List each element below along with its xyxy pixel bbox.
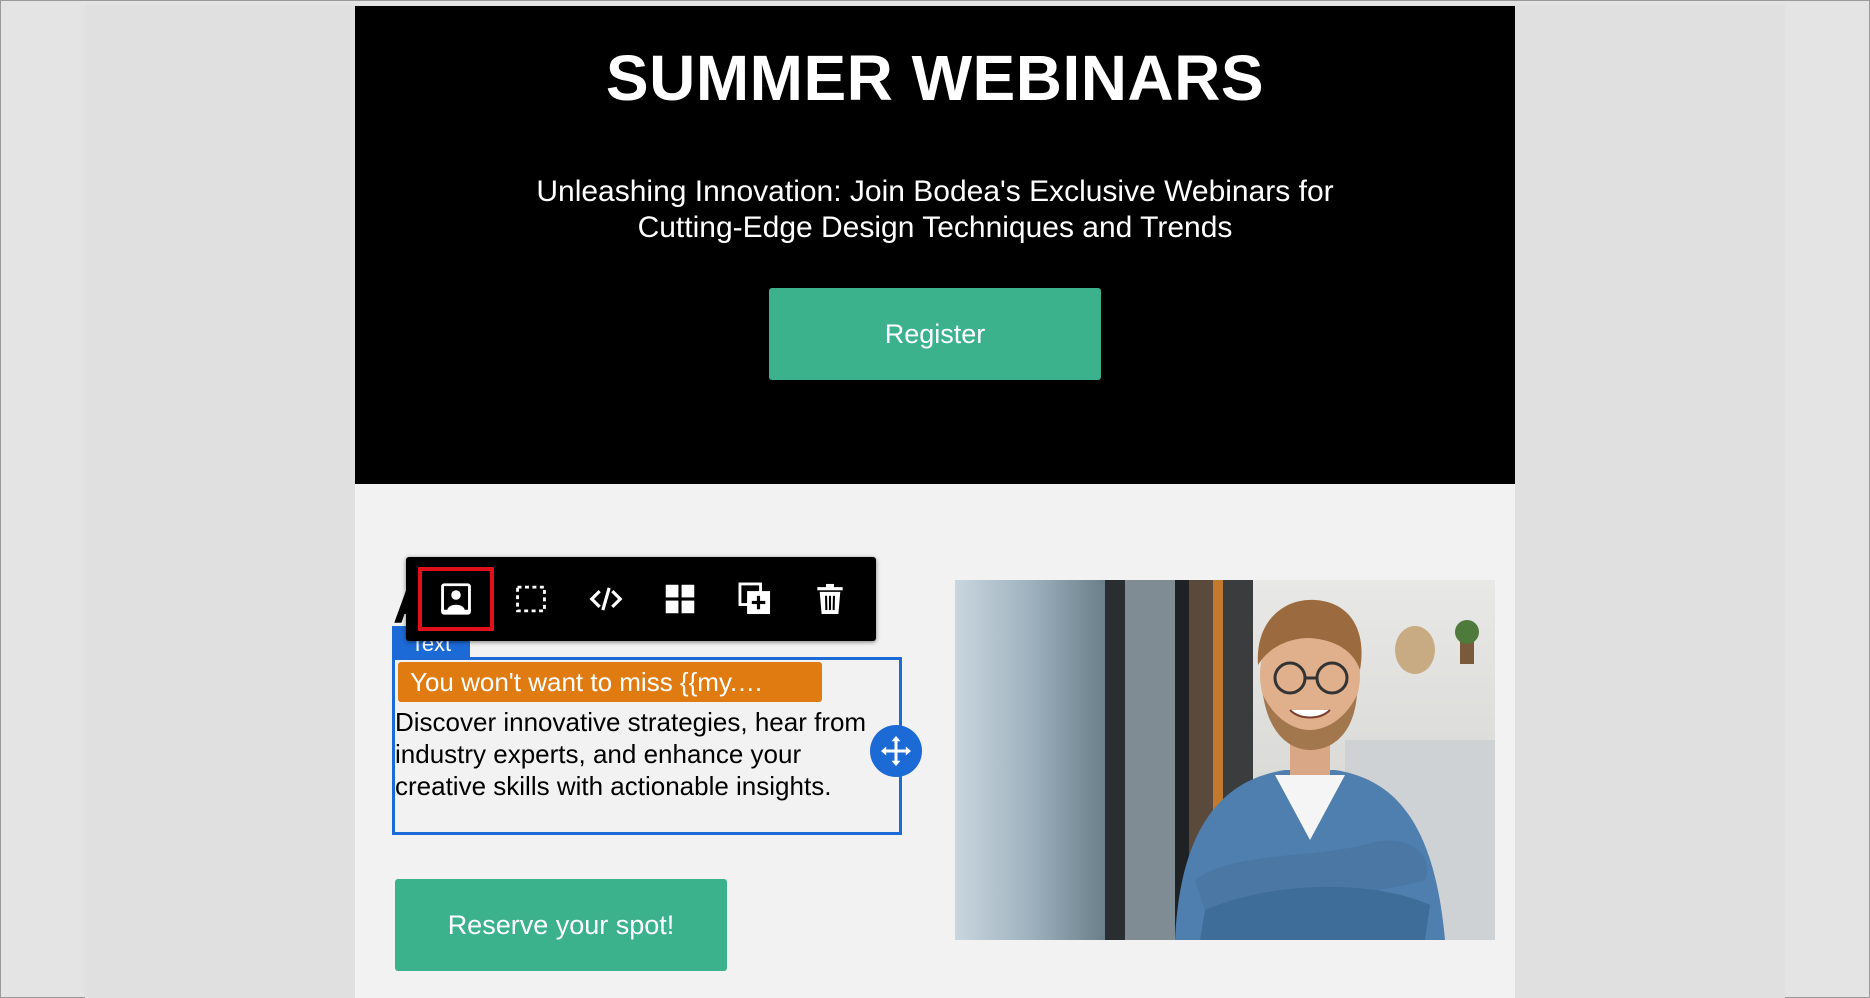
body-paragraph[interactable]: Discover innovative strategies, hear fro… [395,706,885,802]
code-icon [589,587,623,611]
hero-title: SUMMER WEBINARS [605,42,1265,114]
code-button[interactable] [576,569,636,629]
save-as-snippet-button[interactable] [418,567,494,631]
hero-photo[interactable] [955,580,1495,940]
content-section: A Text You won't want to miss {{my.… Dis… [355,484,1515,998]
element-toolbar [406,557,876,641]
move-icon [881,736,911,766]
email-body: SUMMER WEBINARS Unleashing Innovation: J… [355,6,1515,998]
register-button[interactable]: Register [769,288,1101,380]
selected-text-block[interactable]: You won't want to miss {{my.… Discover i… [392,657,902,835]
duplicate-button[interactable] [725,569,785,629]
duplicate-icon [738,582,771,615]
delete-icon [817,583,843,615]
hero-section[interactable]: SUMMER WEBINARS Unleashing Innovation: J… [355,6,1515,484]
reserve-spot-button[interactable]: Reserve your spot! [395,879,727,971]
layout-grid-button[interactable] [650,569,710,629]
hero-subtitle: Unleashing Innovation: Join Bodea's Excl… [536,175,1334,244]
select-parent-button[interactable] [501,569,561,629]
delete-button[interactable] [800,569,860,629]
personalization-variable[interactable]: You won't want to miss {{my.… [398,662,822,702]
save-as-snippet-icon [441,583,471,615]
move-handle[interactable] [870,725,922,777]
smiling-man-photo [955,580,1495,940]
select-parent-icon [516,585,546,613]
layout-grid-icon [665,584,695,614]
